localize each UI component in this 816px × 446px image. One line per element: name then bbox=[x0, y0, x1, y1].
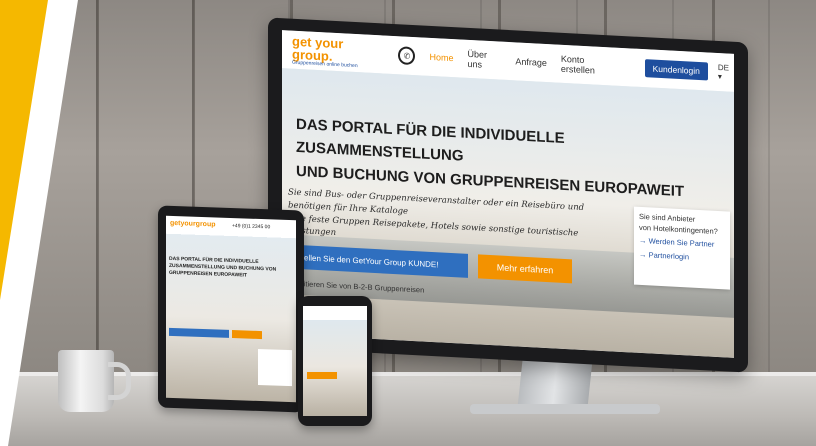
tablet-cta-button[interactable] bbox=[169, 327, 229, 338]
nav-about[interactable]: Über uns bbox=[467, 49, 501, 71]
phone-icon[interactable]: ✆ bbox=[398, 46, 416, 66]
nav-request[interactable]: Anfrage bbox=[515, 56, 547, 68]
customer-login-button[interactable]: Kundenlogin bbox=[644, 59, 708, 81]
tablet-device: getyourgroup +49 (0)1 2345 00 DAS PORTAL… bbox=[158, 205, 304, 413]
nav-create-account[interactable]: Konto erstellen bbox=[561, 54, 617, 77]
site-logo[interactable]: get your group. Gruppenreisen online buc… bbox=[292, 33, 380, 70]
smartphone-screen bbox=[303, 306, 367, 416]
partner-login-link[interactable]: → Partnerlogin bbox=[639, 249, 725, 264]
tablet-phone-number: +49 (0)1 2345 00 bbox=[232, 223, 271, 231]
mockup-scene: get your group. Gruppenreisen online buc… bbox=[0, 0, 816, 446]
tablet-logo: getyourgroup bbox=[170, 219, 216, 229]
wall-plank-seam bbox=[96, 0, 99, 380]
tablet-more-button[interactable] bbox=[232, 330, 262, 340]
nav-home[interactable]: Home bbox=[429, 52, 453, 63]
language-select[interactable]: DE ▾ bbox=[718, 63, 734, 82]
phone-cta-button[interactable] bbox=[307, 372, 337, 379]
coffee-mug bbox=[58, 350, 114, 412]
imac-stand bbox=[517, 360, 593, 408]
smartphone-device bbox=[298, 296, 372, 426]
imac-stand-base bbox=[470, 404, 660, 414]
mug-handle bbox=[108, 362, 131, 400]
become-partner-link[interactable]: → Werden Sie Partner bbox=[639, 236, 725, 251]
partner-box: Sie sind Anbieter von Hotelkontingenten?… bbox=[634, 206, 730, 290]
tablet-partner-box bbox=[258, 348, 292, 387]
learn-more-button[interactable]: Mehr erfahren bbox=[478, 254, 572, 284]
tablet-screen: getyourgroup +49 (0)1 2345 00 DAS PORTAL… bbox=[166, 215, 296, 403]
tablet-headline: DAS PORTAL FÜR DIE INDIVIDUELLE ZUSAMMEN… bbox=[169, 255, 277, 279]
